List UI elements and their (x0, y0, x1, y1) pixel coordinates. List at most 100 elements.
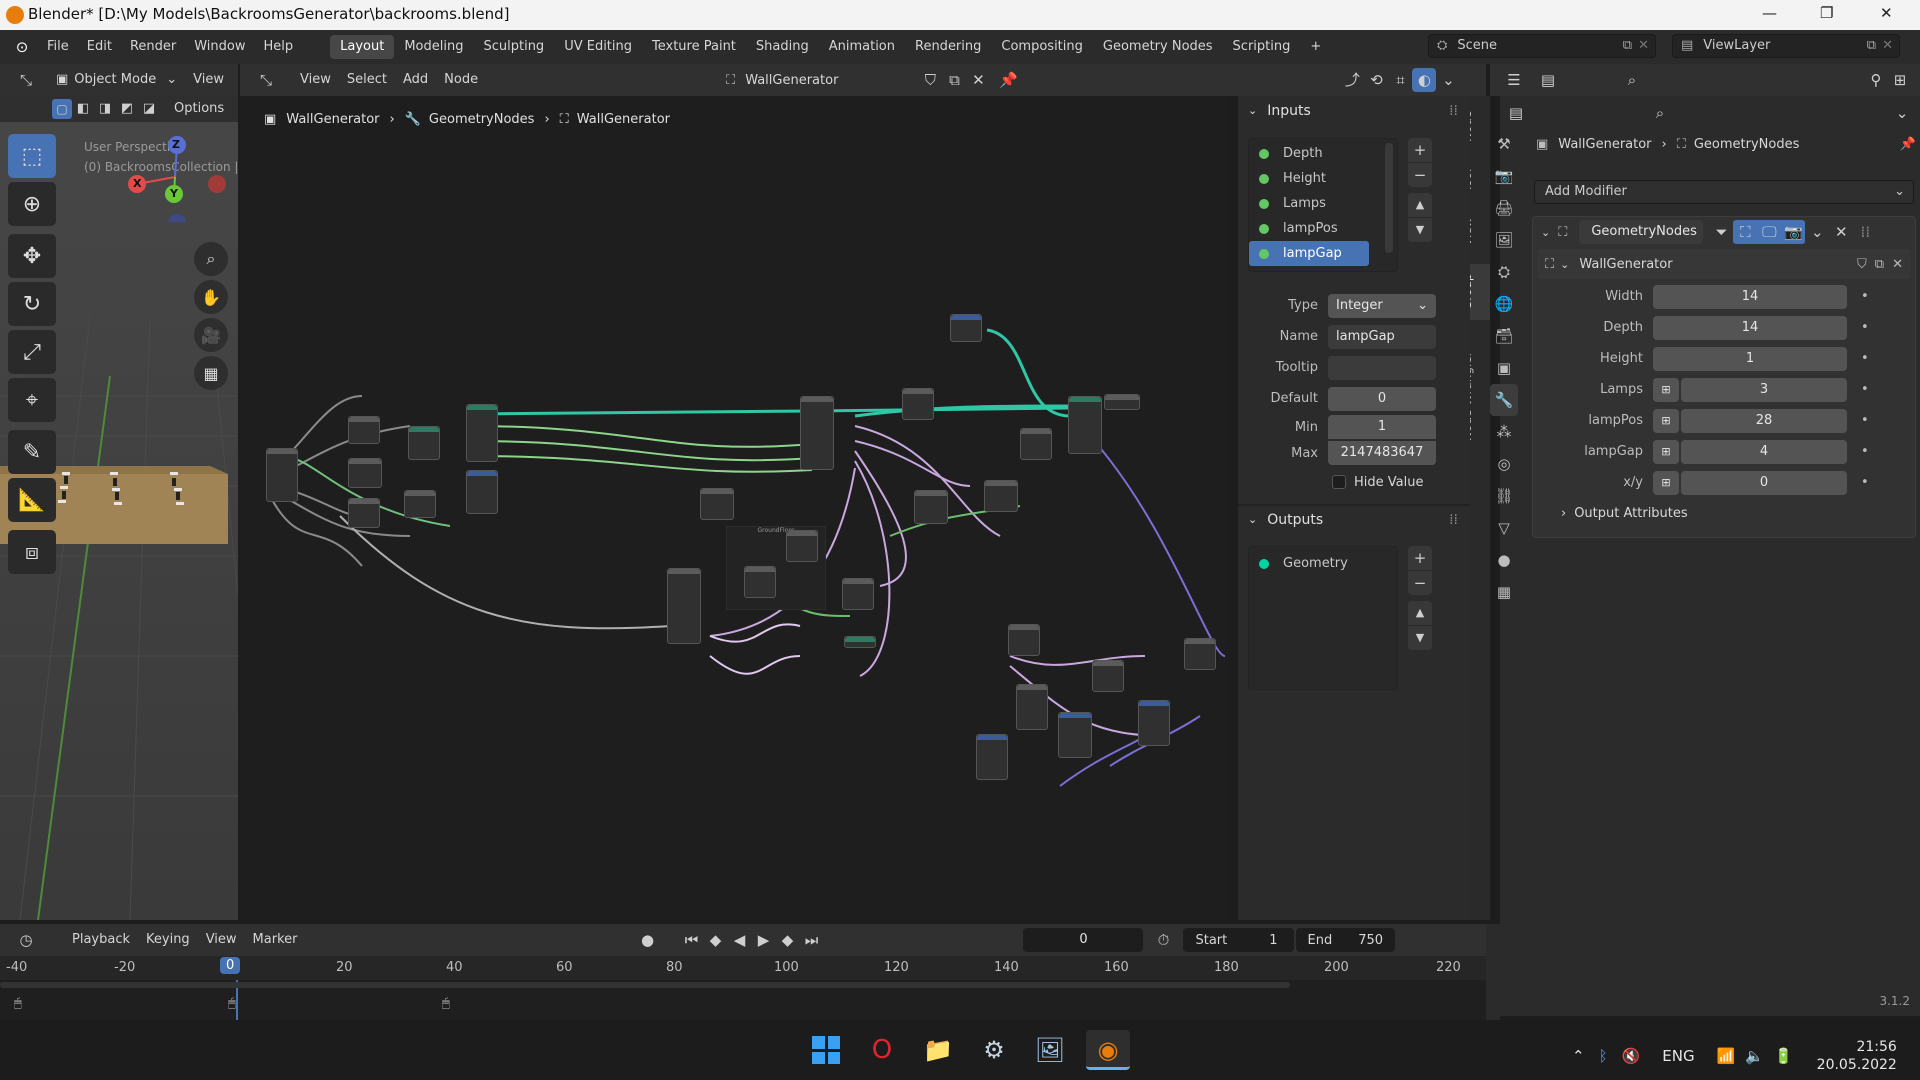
attribute-toggle-icon[interactable]: ⊞ (1653, 408, 1679, 433)
keyframe-dot-icon[interactable]: • (1861, 475, 1869, 490)
windows-start-icon[interactable] (806, 1030, 846, 1070)
camera-icon[interactable]: 🎥 (194, 318, 228, 352)
play-reverse-icon[interactable]: ◀ (727, 928, 751, 952)
chevron-down-icon[interactable]: ⌄ (1890, 101, 1914, 125)
edit-mode-icon[interactable]: ⏷ (1709, 220, 1733, 244)
timeline-scrollbar[interactable] (0, 982, 1290, 988)
hand-pan-icon[interactable]: ✋ (194, 280, 228, 314)
tab-animation[interactable]: Animation (819, 35, 905, 59)
timeline-ruler[interactable]: -40 -20 0 20 40 60 80 100 120 140 160 18… (0, 956, 1486, 980)
node[interactable] (786, 530, 818, 562)
fake-user-shield-icon[interactable]: ⛉ (918, 68, 942, 92)
node[interactable] (348, 458, 382, 488)
add-socket-icon[interactable]: + (1408, 138, 1432, 162)
editor-type-icon[interactable]: ⤡ (254, 68, 278, 92)
clock-editor-icon[interactable]: ◷ (14, 928, 38, 952)
node[interactable] (976, 734, 1008, 780)
modifier-name-field[interactable]: GeometryNodes (1579, 220, 1704, 244)
jump-end-icon[interactable]: ⏭ (799, 928, 823, 952)
node[interactable] (1138, 700, 1170, 746)
bluetooth-icon[interactable]: ᛒ (1599, 1047, 1608, 1065)
add-modifier-dropdown[interactable]: Add Modifier ⌄ (1534, 180, 1914, 204)
attribute-toggle-icon[interactable]: ⊞ (1653, 439, 1679, 464)
node[interactable] (466, 470, 498, 514)
lamppos-field[interactable]: 28 (1681, 408, 1847, 433)
move-icon[interactable]: ✥ (8, 234, 56, 278)
select-intersect-icon[interactable]: ◪ (138, 97, 160, 121)
node[interactable] (348, 416, 380, 444)
muted-mic-icon[interactable]: 🔇 (1622, 1047, 1641, 1065)
height-field[interactable]: 1 (1653, 346, 1847, 371)
editmode-cage-icon[interactable]: ⛶ (1733, 220, 1758, 244)
fake-user-shield-icon[interactable]: ⛉ (1857, 257, 1867, 272)
add-socket-icon[interactable]: + (1408, 546, 1432, 570)
tab-texture-paint[interactable]: Texture Paint (642, 35, 746, 59)
node-menu-add[interactable]: Add (395, 68, 436, 92)
render-camera-icon[interactable]: 📷 (1781, 220, 1806, 244)
output-icon[interactable]: 🖨 (1490, 192, 1518, 224)
lampgap-field[interactable]: 4 (1681, 439, 1847, 464)
volume-icon[interactable]: 🔈 (1745, 1047, 1764, 1065)
physics-icon[interactable]: ◎ (1490, 448, 1518, 480)
copy-icon[interactable]: ⧉ (1623, 35, 1632, 57)
node[interactable] (914, 490, 948, 524)
node[interactable] (404, 490, 436, 518)
editor-type-icon[interactable]: ⤡ (14, 68, 38, 92)
blender-menu-icon[interactable]: ⊙ (10, 35, 34, 59)
depth-field[interactable]: 14 (1653, 315, 1847, 340)
node[interactable] (1092, 660, 1124, 692)
unlink-icon[interactable]: ✕ (1892, 257, 1903, 272)
timeline-area[interactable]: -40 -20 0 20 40 60 80 100 120 140 160 18… (0, 956, 1486, 1020)
jump-start-icon[interactable]: ⏮ (679, 928, 703, 952)
input-item-height[interactable]: Height (1249, 166, 1397, 191)
node-menu-select[interactable]: Select (339, 68, 395, 92)
filter-icon[interactable]: ⚲ (1864, 68, 1888, 92)
steam-icon[interactable]: ⚙ (974, 1030, 1014, 1070)
link-icon[interactable]: ⟲ (1364, 68, 1388, 92)
move-up-icon[interactable]: ▲ (1408, 601, 1432, 625)
keyframe-dot-icon[interactable]: • (1861, 320, 1869, 335)
tooltip-field[interactable] (1328, 355, 1436, 380)
tool-settings-icon[interactable]: ⚒ (1490, 128, 1518, 160)
node-menu-view[interactable]: View (292, 68, 339, 92)
view-layer-icon[interactable]: 🖼 (1490, 224, 1518, 256)
mode-dropdown[interactable]: ▣ Object Mode ⌄ (48, 68, 185, 92)
keyframe-dot-icon[interactable]: • (1861, 351, 1869, 366)
chevron-up-icon[interactable]: ⌃ (1572, 1047, 1585, 1065)
viewlayer-selector[interactable]: ▤ ViewLayer ⧉ ✕ (1672, 34, 1900, 58)
opera-browser-icon[interactable]: O (862, 1030, 902, 1070)
node[interactable] (466, 404, 498, 462)
tab-sculpting[interactable]: Sculpting (473, 35, 554, 59)
attribute-toggle-icon[interactable]: ⊞ (1653, 470, 1679, 495)
node[interactable] (844, 636, 876, 648)
tab-layout[interactable]: Layout (330, 35, 395, 59)
play-icon[interactable]: ▶ (751, 928, 775, 952)
unlink-icon[interactable]: ✕ (966, 68, 990, 92)
input-item-lamps[interactable]: Lamps (1249, 191, 1397, 216)
duplicate-icon[interactable]: ⧉ (942, 68, 966, 92)
menu-window[interactable]: Window (185, 35, 254, 59)
file-explorer-icon[interactable]: 📁 (918, 1030, 958, 1070)
select-invert-icon[interactable]: ◩ (116, 97, 138, 121)
input-item-lampgap[interactable]: lampGap (1249, 241, 1369, 266)
node-group-selector[interactable]: ⛶ ⌄ WallGenerator ⛉ ⧉ ✕ (1537, 249, 1911, 279)
overlay-icon[interactable]: ◐ (1412, 68, 1437, 92)
new-collection-icon[interactable]: ⊞ (1888, 68, 1912, 92)
move-down-icon[interactable]: ▼ (1408, 218, 1432, 242)
render-icon[interactable]: 📷 (1490, 160, 1518, 192)
xy-field[interactable]: 0 (1681, 470, 1847, 495)
node[interactable] (408, 426, 440, 460)
stopwatch-icon[interactable]: ⏱ (1151, 928, 1175, 952)
viewport-view-menu[interactable]: View (185, 68, 232, 92)
timeline-menu-view[interactable]: View (198, 928, 245, 952)
tab-rendering[interactable]: Rendering (905, 35, 991, 59)
search-icon[interactable]: ⌕ (1648, 101, 1672, 125)
search-icon[interactable]: ⌕ (1620, 68, 1644, 92)
default-field[interactable]: 0 (1328, 386, 1436, 411)
group-input-node[interactable] (266, 448, 298, 502)
photos-icon[interactable]: 🖼 (1030, 1030, 1070, 1070)
add-workspace-icon[interactable]: + (1300, 35, 1331, 59)
scale-icon[interactable]: ⤢ (8, 330, 56, 374)
blender-taskbar-icon[interactable]: ◉ (1086, 1030, 1130, 1070)
zoom-icon[interactable]: ⌕ (194, 242, 228, 276)
